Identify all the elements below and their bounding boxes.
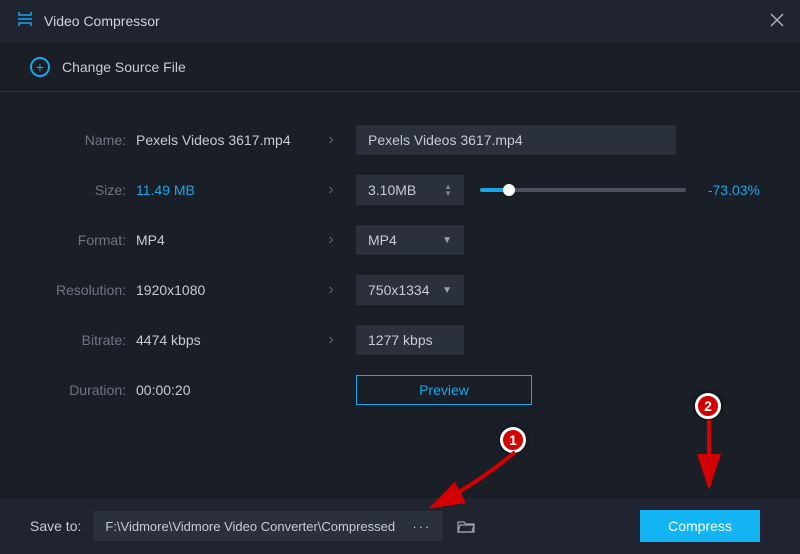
footer-bar: Save to: F:\Vidmore\Vidmore Video Conver…: [0, 498, 800, 554]
chevron-right-icon: ›: [328, 331, 333, 349]
save-path-field[interactable]: F:\Vidmore\Vidmore Video Converter\Compr…: [93, 511, 443, 541]
original-format: MP4: [136, 232, 306, 248]
label-resolution: Resolution:: [40, 282, 136, 298]
compression-percent: -73.03%: [698, 182, 760, 198]
preview-button[interactable]: Preview: [356, 375, 532, 405]
change-source-label: Change Source File: [62, 59, 186, 75]
annotation-badge-2: 2: [695, 393, 721, 419]
chevron-right-icon: ›: [328, 281, 333, 299]
settings-panel: Name: Pexels Videos 3617.mp4 › Pexels Vi…: [0, 92, 800, 442]
label-bitrate: Bitrate:: [40, 332, 136, 348]
label-saveto: Save to:: [30, 518, 81, 534]
original-resolution: 1920x1080: [136, 282, 306, 298]
output-format-select[interactable]: MP4▼: [356, 225, 464, 255]
output-name-field[interactable]: Pexels Videos 3617.mp4: [356, 125, 676, 155]
label-format: Format:: [40, 232, 136, 248]
label-duration: Duration:: [40, 382, 136, 398]
row-format: Format: MP4 › MP4▼: [40, 222, 760, 258]
output-resolution-select[interactable]: 750x1334▼: [356, 275, 464, 305]
output-size-stepper[interactable]: 3.10MB ▲▼: [356, 175, 464, 205]
chevron-right-icon: ›: [328, 181, 333, 199]
save-path-text: F:\Vidmore\Vidmore Video Converter\Compr…: [105, 519, 395, 534]
original-bitrate: 4474 kbps: [136, 332, 306, 348]
chevron-right-icon: ›: [328, 231, 333, 249]
row-name: Name: Pexels Videos 3617.mp4 › Pexels Vi…: [40, 122, 760, 158]
change-source-row[interactable]: + Change Source File: [0, 42, 800, 92]
compress-button[interactable]: Compress: [640, 510, 760, 542]
row-duration: Duration: 00:00:20 Preview: [40, 372, 760, 408]
open-folder-icon[interactable]: [455, 515, 477, 537]
original-duration: 00:00:20: [136, 382, 306, 398]
caret-down-icon: ▼: [442, 235, 452, 246]
close-icon[interactable]: [770, 11, 784, 32]
label-size: Size:: [40, 182, 136, 198]
window-title: Video Compressor: [44, 13, 160, 29]
caret-down-icon: ▼: [442, 285, 452, 296]
row-resolution: Resolution: 1920x1080 › 750x1334▼: [40, 272, 760, 308]
row-bitrate: Bitrate: 4474 kbps › 1277 kbps: [40, 322, 760, 358]
row-size: Size: 11.49 MB › 3.10MB ▲▼ -73.03%: [40, 172, 760, 208]
output-bitrate-field[interactable]: 1277 kbps: [356, 325, 464, 355]
add-icon: +: [30, 57, 50, 77]
title-bar: Video Compressor: [0, 0, 800, 42]
more-options-icon[interactable]: ···: [412, 519, 431, 534]
original-size: 11.49 MB: [136, 182, 306, 198]
chevron-right-icon: ›: [328, 131, 333, 149]
size-slider[interactable]: [480, 188, 686, 192]
compress-app-icon: [16, 10, 34, 33]
stepper-arrows-icon[interactable]: ▲▼: [444, 183, 452, 197]
label-name: Name:: [40, 132, 136, 148]
original-name: Pexels Videos 3617.mp4: [136, 132, 306, 148]
annotation-badge-1: 1: [500, 427, 526, 453]
